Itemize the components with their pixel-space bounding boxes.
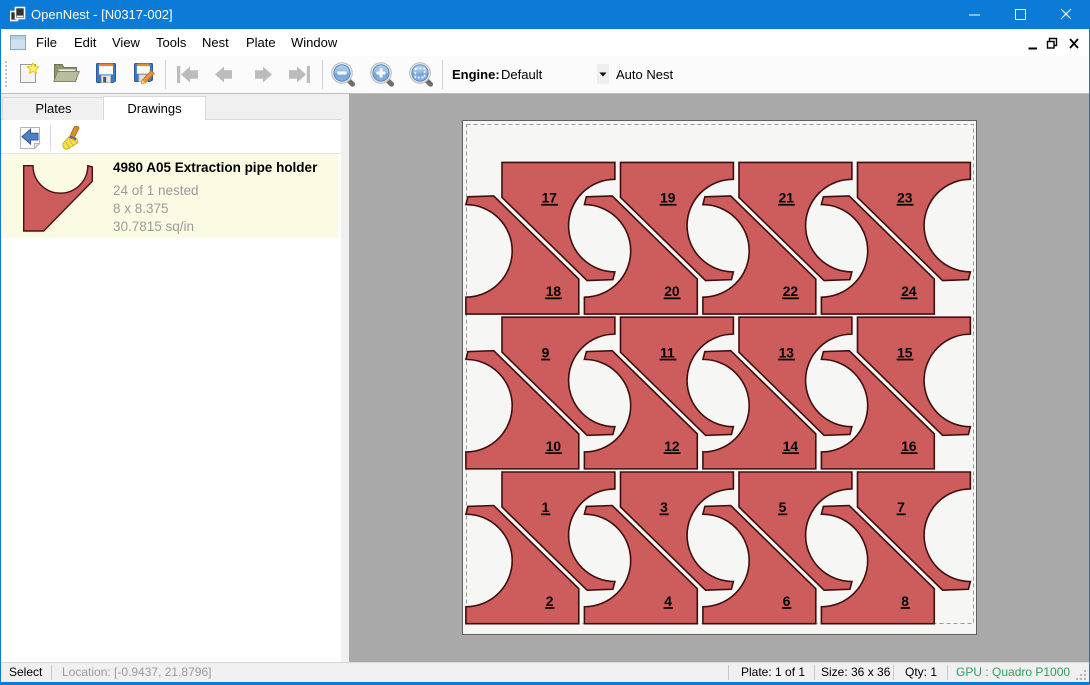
svg-text:3: 3 — [660, 500, 668, 515]
svg-text:10: 10 — [546, 439, 562, 454]
svg-text:21: 21 — [779, 191, 795, 206]
svg-text:12: 12 — [664, 439, 680, 454]
svg-text:5: 5 — [779, 500, 787, 515]
svg-text:2: 2 — [546, 594, 554, 609]
svg-text:19: 19 — [660, 191, 676, 206]
svg-text:24: 24 — [901, 284, 917, 299]
svg-text:13: 13 — [779, 345, 795, 360]
svg-text:14: 14 — [783, 439, 799, 454]
svg-text:20: 20 — [664, 284, 680, 299]
svg-text:4: 4 — [664, 594, 672, 609]
svg-text:11: 11 — [660, 345, 675, 360]
svg-text:15: 15 — [897, 345, 913, 360]
svg-text:16: 16 — [901, 439, 917, 454]
svg-text:22: 22 — [783, 284, 799, 299]
svg-text:18: 18 — [546, 284, 562, 299]
svg-text:1: 1 — [542, 500, 550, 515]
svg-text:17: 17 — [542, 191, 558, 206]
svg-text:8: 8 — [901, 594, 909, 609]
svg-text:9: 9 — [542, 345, 550, 360]
svg-text:23: 23 — [897, 191, 913, 206]
svg-text:7: 7 — [897, 500, 905, 515]
svg-text:6: 6 — [783, 594, 791, 609]
